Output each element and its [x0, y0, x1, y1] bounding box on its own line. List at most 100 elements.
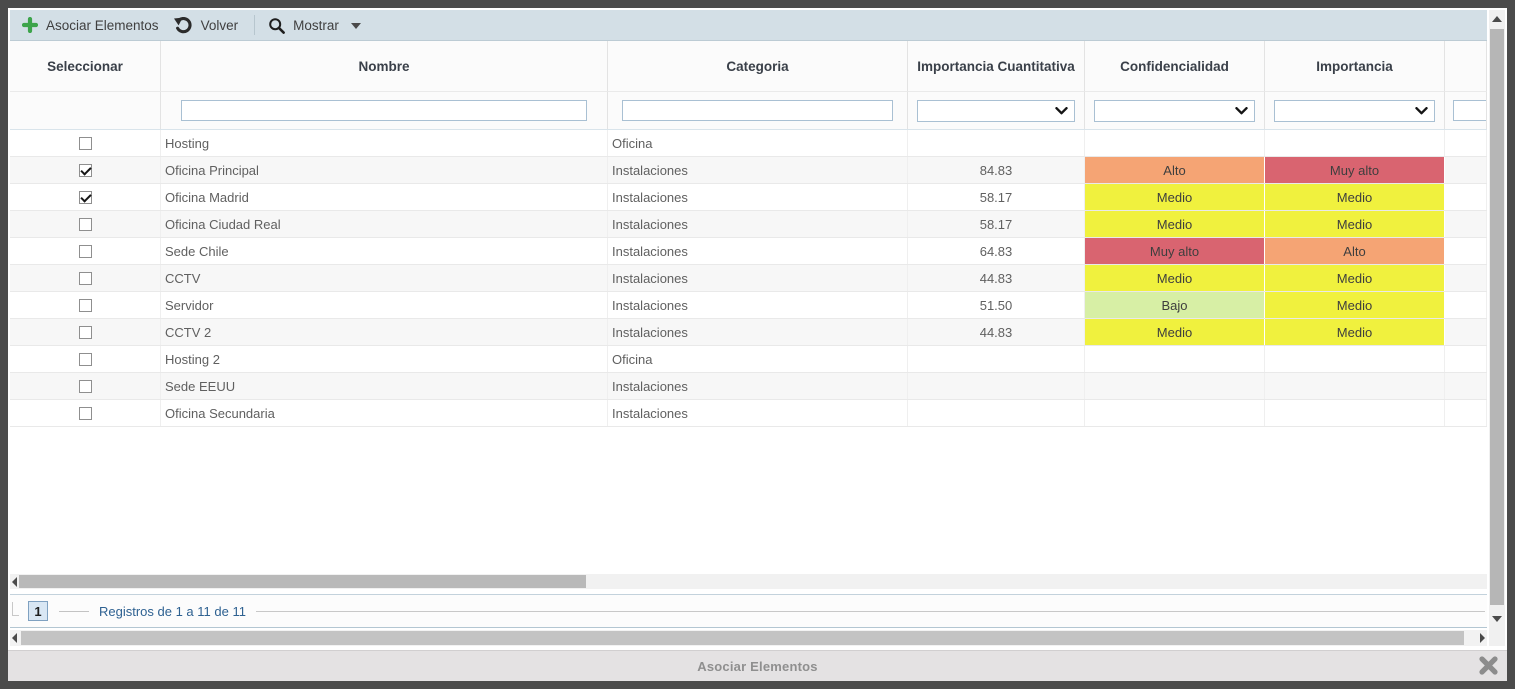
confidencialidad-cell — [1085, 400, 1265, 426]
empty-cell — [1445, 292, 1487, 318]
categoria-cell: Instalaciones — [608, 157, 908, 183]
filter-cell-confidencialidad — [1085, 92, 1265, 129]
table-row: Sede Chile Instalaciones 64.83 Muy alto … — [10, 238, 1487, 265]
table-body: Hosting Oficina Oficina Principal Instal… — [10, 130, 1487, 427]
importancia-cell — [1265, 400, 1445, 426]
vertical-scrollbar-thumb[interactable] — [1490, 29, 1504, 605]
plus-icon — [22, 17, 38, 33]
confidencialidad-cell: Bajo — [1085, 292, 1265, 318]
table-horizontal-scrollbar — [10, 574, 1487, 589]
nombre-cell: Sede Chile — [161, 238, 608, 264]
filter-cell-categoria — [608, 92, 908, 129]
categoria-cell: Instalaciones — [608, 211, 908, 237]
mostrar-label: Mostrar — [293, 18, 339, 33]
importancia-cuantitativa-cell — [908, 130, 1085, 156]
confidencialidad-filter-select[interactable] — [1094, 100, 1255, 122]
importancia-cell: Medio — [1265, 265, 1445, 291]
filter-row — [10, 92, 1487, 130]
confidencialidad-cell — [1085, 346, 1265, 372]
importancia-cuantitativa-cell: 58.17 — [908, 184, 1085, 210]
nombre-cell: Oficina Ciudad Real — [161, 211, 608, 237]
scroll-left-arrow-icon[interactable] — [12, 633, 17, 643]
volver-button[interactable]: Volver — [174, 17, 239, 34]
nombre-cell: Oficina Madrid — [161, 184, 608, 210]
importancia-cell: Alto — [1265, 238, 1445, 264]
asociar-elementos-button[interactable]: Asociar Elementos — [22, 17, 159, 33]
categoria-cell: Instalaciones — [608, 184, 908, 210]
table-row: CCTV 2 Instalaciones 44.83 Medio Medio — [10, 319, 1487, 346]
toolbar: Asociar Elementos Volver — [10, 10, 1487, 41]
importancia-cuantitativa-cell: 58.17 — [908, 211, 1085, 237]
importancia-cell — [1265, 373, 1445, 399]
categoria-cell: Oficina — [608, 130, 908, 156]
pager-rule — [256, 611, 1485, 612]
importancia-cuantitativa-filter-select[interactable] — [917, 100, 1075, 122]
confidencialidad-cell: Medio — [1085, 211, 1265, 237]
window-horizontal-scrollbar-thumb[interactable] — [21, 631, 1464, 645]
column-header-confidencialidad[interactable]: Confidencialidad — [1085, 41, 1265, 92]
table-row: Hosting Oficina — [10, 130, 1487, 157]
categoria-filter-input[interactable] — [622, 100, 893, 121]
seleccionar-cell — [10, 238, 161, 264]
column-header-importancia-cuantitativa[interactable]: Importancia Cuantitativa — [908, 41, 1085, 92]
row-checkbox[interactable] — [79, 245, 92, 258]
scroll-up-arrow-icon[interactable] — [1492, 16, 1502, 22]
importancia-filter-select[interactable] — [1274, 100, 1435, 122]
row-checkbox[interactable] — [79, 353, 92, 366]
filter-cell-nombre — [161, 92, 608, 129]
row-checkbox[interactable] — [79, 407, 92, 420]
table-horizontal-scrollbar-thumb[interactable] — [19, 575, 586, 588]
page-1-button[interactable]: 1 — [28, 601, 48, 621]
column-header-seleccionar[interactable]: Seleccionar — [10, 41, 161, 92]
filter-cell-importancia-cuantitativa — [908, 92, 1085, 129]
records-summary: Registros de 1 a 11 de 11 — [99, 604, 246, 619]
close-icon[interactable] — [1478, 655, 1500, 677]
nombre-cell: Hosting 2 — [161, 346, 608, 372]
table-row: Servidor Instalaciones 51.50 Bajo Medio — [10, 292, 1487, 319]
row-checkbox[interactable] — [79, 326, 92, 339]
row-checkbox[interactable] — [79, 299, 92, 312]
seleccionar-cell — [10, 373, 161, 399]
importancia-cell: Medio — [1265, 319, 1445, 345]
chevron-down-icon — [1055, 107, 1068, 115]
confidencialidad-cell — [1085, 373, 1265, 399]
confidencialidad-cell: Muy alto — [1085, 238, 1265, 264]
column-header-categoria[interactable]: Categoria — [608, 41, 908, 92]
importancia-cuantitativa-cell: 84.83 — [908, 157, 1085, 183]
vertical-scrollbar — [1489, 10, 1505, 646]
row-checkbox[interactable] — [79, 380, 92, 393]
scroll-right-arrow-icon[interactable] — [1480, 633, 1485, 643]
categoria-cell: Instalaciones — [608, 265, 908, 291]
empty-cell — [1445, 238, 1487, 264]
column-header-nombre[interactable]: Nombre — [161, 41, 608, 92]
importancia-cuantitativa-cell — [908, 400, 1085, 426]
main-panel: Asociar Elementos Volver — [8, 8, 1507, 681]
search-icon — [268, 17, 285, 34]
nombre-filter-input[interactable] — [181, 100, 587, 121]
importancia-cuantitativa-cell: 44.83 — [908, 319, 1085, 345]
extra-filter-input[interactable] — [1453, 100, 1487, 121]
row-checkbox[interactable] — [79, 137, 92, 150]
table-row: Sede EEUU Instalaciones — [10, 373, 1487, 400]
mostrar-button[interactable]: Mostrar — [268, 17, 361, 34]
toolbar-separator — [254, 15, 255, 35]
row-checkbox[interactable] — [79, 191, 92, 204]
column-header-importancia[interactable]: Importancia — [1265, 41, 1445, 92]
pager-divider — [59, 611, 89, 612]
undo-icon — [174, 17, 193, 34]
window-horizontal-scrollbar — [10, 630, 1487, 646]
row-checkbox[interactable] — [79, 272, 92, 285]
empty-cell — [1445, 346, 1487, 372]
row-checkbox[interactable] — [79, 164, 92, 177]
chevron-down-icon — [1235, 107, 1248, 115]
seleccionar-cell — [10, 130, 161, 156]
seleccionar-cell — [10, 211, 161, 237]
scroll-down-arrow-icon[interactable] — [1492, 616, 1502, 622]
table-row: Hosting 2 Oficina — [10, 346, 1487, 373]
confidencialidad-cell: Medio — [1085, 319, 1265, 345]
empty-cell — [1445, 184, 1487, 210]
row-checkbox[interactable] — [79, 218, 92, 231]
importancia-cuantitativa-cell: 51.50 — [908, 292, 1085, 318]
empty-cell — [1445, 373, 1487, 399]
scroll-left-arrow-icon[interactable] — [12, 577, 17, 587]
